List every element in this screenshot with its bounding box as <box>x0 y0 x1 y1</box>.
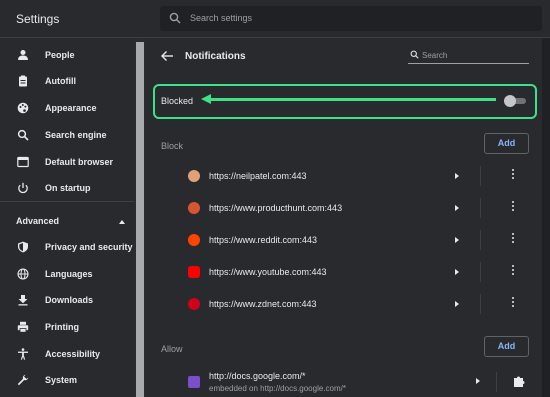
blocked-label: Blocked <box>161 96 194 106</box>
site-url: https://www.reddit.com:443 <box>209 235 318 245</box>
sidebar-item-search-engine[interactable]: Search engine <box>0 123 134 149</box>
blocked-site-row[interactable]: https://www.youtube.com:443 <box>146 256 542 288</box>
annotation-arrow-head <box>201 94 211 104</box>
site-url: https://www.zdnet.com:443 <box>209 299 317 309</box>
sidebar-scrollbar-thumb[interactable] <box>136 42 144 397</box>
chevron-right-icon[interactable] <box>455 301 459 307</box>
site-url: https://www.producthunt.com:443 <box>209 203 343 213</box>
chevron-right-icon[interactable] <box>455 205 459 211</box>
sidebar: People Autofill Appearance Search engine… <box>0 38 146 397</box>
sidebar-item-label: Autofill <box>45 76 76 86</box>
site-favicon-icon <box>188 202 200 214</box>
sidebar-item-label: Printing <box>45 322 79 332</box>
site-favicon-icon <box>188 376 200 388</box>
blocked-site-row[interactable]: https://www.zdnet.com:443 <box>146 288 542 320</box>
clipboard-icon <box>19 75 27 87</box>
row-separator <box>480 166 481 186</box>
app-title: Settings <box>16 12 60 26</box>
power-icon <box>18 182 28 194</box>
blocked-site-row[interactable]: https://neilpatel.com:443 <box>146 160 542 192</box>
sidebar-item-label: Languages <box>45 269 93 279</box>
allowed-site-row[interactable]: http://docs.google.com/* embedded on htt… <box>146 366 542 397</box>
accessibility-icon <box>18 348 28 360</box>
sidebar-item-label: Accessibility <box>45 349 101 359</box>
sidebar-item-label: Privacy and security <box>45 242 133 252</box>
site-url: https://www.youtube.com:443 <box>209 267 327 277</box>
more-actions-icon[interactable] <box>509 265 517 279</box>
shield-icon <box>18 241 28 253</box>
page-title: Notifications <box>185 51 246 62</box>
sidebar-item-label: Appearance <box>45 103 97 113</box>
search-settings-input[interactable]: Search settings <box>160 6 542 31</box>
more-actions-icon[interactable] <box>509 297 517 311</box>
chevron-right-icon[interactable] <box>476 378 480 384</box>
notifications-search-input[interactable]: Search <box>408 48 529 64</box>
search-icon <box>410 50 419 59</box>
top-bar: Settings Search settings <box>0 0 550 38</box>
sidebar-item-system[interactable]: System <box>0 368 134 394</box>
more-actions-icon[interactable] <box>509 169 517 183</box>
sidebar-item-downloads[interactable]: Downloads <box>0 288 134 314</box>
puzzle-icon <box>514 376 525 387</box>
sidebar-item-printing[interactable]: Printing <box>0 315 134 341</box>
search-icon <box>17 129 29 141</box>
site-favicon-icon <box>188 266 200 278</box>
sidebar-item-on-startup[interactable]: On startup <box>0 176 134 202</box>
person-icon <box>18 50 28 60</box>
browser-window-icon <box>17 156 29 168</box>
sidebar-divider <box>0 201 134 202</box>
back-arrow-icon[interactable] <box>160 50 174 62</box>
search-placeholder: Search settings <box>190 13 253 23</box>
advanced-section-toggle[interactable]: Advanced <box>16 216 59 226</box>
row-separator <box>480 294 481 314</box>
sidebar-item-label: Downloads <box>45 295 94 305</box>
row-separator <box>480 262 481 282</box>
sidebar-item-languages[interactable]: Languages <box>0 262 134 288</box>
site-favicon-icon <box>188 170 200 182</box>
search-placeholder: Search <box>422 51 448 60</box>
site-url: http://docs.google.com/* <box>209 371 306 381</box>
sidebar-item-label: System <box>45 375 78 385</box>
toggle-knob[interactable] <box>504 95 516 107</box>
sidebar-item-label: People <box>45 50 75 60</box>
sidebar-item-people[interactable]: People <box>0 43 134 69</box>
annotation-arrow-line <box>211 98 496 101</box>
chevron-right-icon[interactable] <box>455 237 459 243</box>
sidebar-item-label: Default browser <box>45 157 114 167</box>
blocked-site-row[interactable]: https://www.producthunt.com:443 <box>146 192 542 224</box>
add-block-button[interactable]: Add <box>484 133 529 154</box>
sidebar-item-appearance[interactable]: Appearance <box>0 96 134 122</box>
site-url: https://neilpatel.com:443 <box>209 171 307 181</box>
row-separator <box>496 372 497 392</box>
globe-icon <box>17 268 29 280</box>
add-allow-button[interactable]: Add <box>484 336 529 357</box>
allow-section-label: Allow <box>161 344 183 354</box>
more-actions-icon[interactable] <box>509 233 517 247</box>
block-section-label: Block <box>161 141 184 151</box>
sidebar-item-autofill[interactable]: Autofill <box>0 69 134 95</box>
wrench-icon <box>17 374 29 386</box>
sidebar-item-label: Search engine <box>45 130 107 140</box>
chevron-right-icon[interactable] <box>455 269 459 275</box>
sidebar-item-privacy-and-security[interactable]: Privacy and security <box>0 235 134 261</box>
site-favicon-icon <box>188 298 200 310</box>
sidebar-item-label: On startup <box>45 183 91 193</box>
palette-icon <box>17 102 29 114</box>
row-separator <box>480 230 481 250</box>
blocked-site-row[interactable]: https://www.reddit.com:443 <box>146 224 542 256</box>
site-favicon-icon <box>188 234 200 246</box>
sidebar-item-accessibility[interactable]: Accessibility <box>0 342 134 368</box>
row-separator <box>480 198 481 218</box>
site-embedded-note: embedded on http://docs.google.com/* <box>209 384 346 393</box>
printer-icon <box>17 321 29 333</box>
more-actions-icon[interactable] <box>509 201 517 215</box>
download-icon <box>18 295 28 306</box>
sidebar-item-default-browser[interactable]: Default browser <box>0 150 134 176</box>
search-icon <box>169 12 181 24</box>
chevron-right-icon[interactable] <box>455 173 459 179</box>
chevron-up-icon[interactable] <box>119 220 125 224</box>
